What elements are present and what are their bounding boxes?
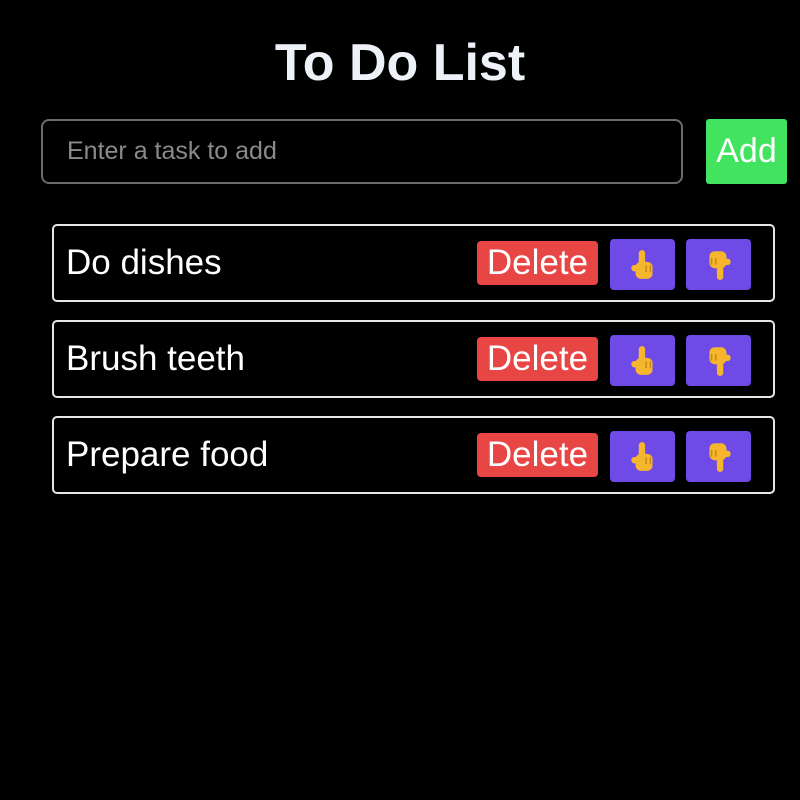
move-up-button[interactable] <box>610 239 675 290</box>
move-up-button[interactable] <box>610 431 675 482</box>
hand-pointing-down-icon <box>708 250 731 280</box>
page-title: To Do List <box>274 34 526 92</box>
add-button[interactable]: Add <box>706 119 787 184</box>
task-item: Do dishes Delete <box>52 224 775 302</box>
hand-pointing-down-icon <box>708 442 731 472</box>
task-text: Do dishes <box>66 243 222 282</box>
hand-pointing-up-icon <box>630 345 653 375</box>
task-text: Brush teeth <box>66 339 245 378</box>
hand-pointing-down-icon <box>708 346 731 376</box>
task-item: Brush teeth Delete <box>52 320 775 398</box>
hand-pointing-up-icon <box>630 441 653 471</box>
move-down-button[interactable] <box>686 431 751 482</box>
todo-app: To Do List Add Do dishes Delete <box>0 0 800 800</box>
delete-button[interactable]: Delete <box>477 337 598 381</box>
move-down-button[interactable] <box>686 335 751 386</box>
hand-pointing-up-icon <box>630 249 653 279</box>
delete-button[interactable]: Delete <box>477 433 598 477</box>
task-text: Prepare food <box>66 435 269 474</box>
task-input[interactable] <box>41 119 683 184</box>
task-item: Prepare food Delete <box>52 416 775 494</box>
move-down-button[interactable] <box>686 239 751 290</box>
task-list: Do dishes Delete Brush teeth Delete Prep… <box>52 224 775 512</box>
delete-button[interactable]: Delete <box>477 241 598 285</box>
move-up-button[interactable] <box>610 335 675 386</box>
